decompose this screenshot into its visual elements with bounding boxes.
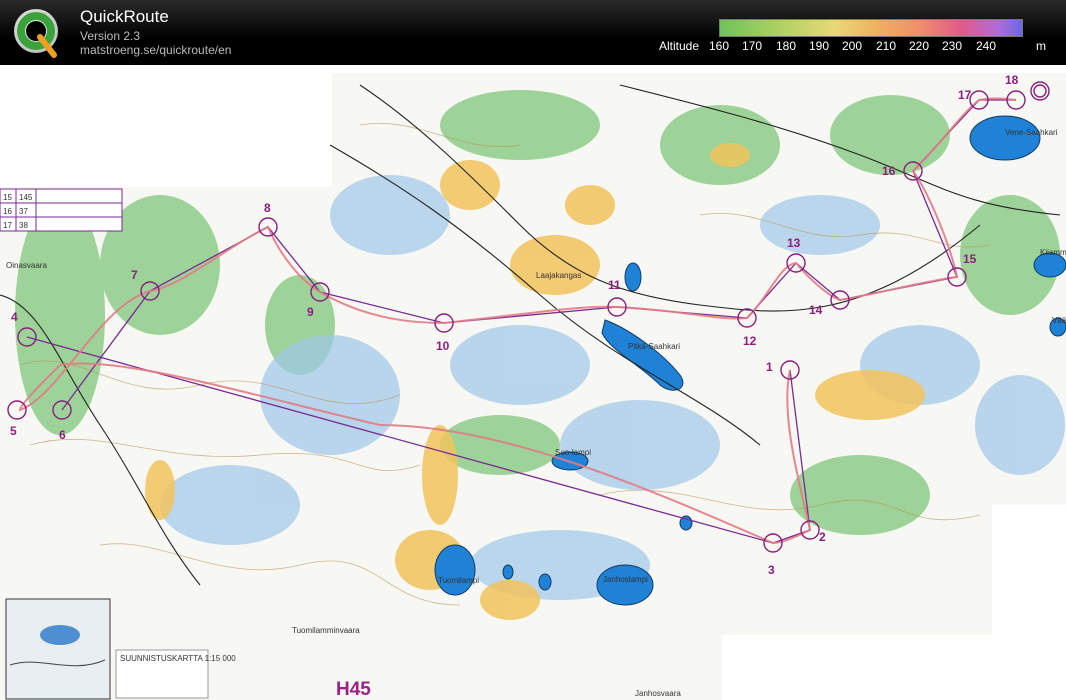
svg-text:1: 1 xyxy=(766,360,773,374)
svg-text:13: 13 xyxy=(787,236,801,250)
inset-location-map xyxy=(5,598,111,700)
quickroute-logo-icon xyxy=(14,9,58,58)
unit-label: m xyxy=(1036,39,1046,53)
table-row: 15 xyxy=(3,193,12,202)
svg-text:SUUNNISTUSKARTTA 1:15 000: SUUNNISTUSKARTTA 1:15 000 xyxy=(120,654,236,663)
svg-text:7: 7 xyxy=(131,268,138,282)
svg-text:6: 6 xyxy=(59,428,66,442)
svg-text:2: 2 xyxy=(819,530,826,544)
svg-text:4: 4 xyxy=(11,310,18,324)
course-title: H45 xyxy=(336,679,371,700)
lake-vene-saahkari xyxy=(969,115,1041,161)
svg-text:38: 38 xyxy=(19,221,28,230)
svg-text:8: 8 xyxy=(264,201,271,215)
svg-text:15: 15 xyxy=(963,252,977,266)
svg-text:17: 17 xyxy=(958,88,972,102)
tick-label: 230 xyxy=(941,39,963,53)
tick-label: 220 xyxy=(908,39,930,53)
svg-text:12: 12 xyxy=(743,334,757,348)
tick-label: 200 xyxy=(841,39,863,53)
svg-text:37: 37 xyxy=(19,207,28,216)
tick-label: 170 xyxy=(741,39,763,53)
svg-text:Janhoslampi: Janhoslampi xyxy=(603,575,648,584)
svg-text:Oinasvaara: Oinasvaara xyxy=(6,261,47,270)
control-description-table: 15 145 16 37 17 38 xyxy=(0,188,123,232)
tick-label: 210 xyxy=(875,39,897,53)
svg-text:18: 18 xyxy=(1005,73,1019,87)
svg-text:16: 16 xyxy=(882,164,896,178)
tick-label: 190 xyxy=(808,39,830,53)
app-header: QuickRoute Version 2.3 matstroeng.se/qui… xyxy=(0,0,1066,65)
svg-text:Tuomilamminvaara: Tuomilamminvaara xyxy=(292,626,360,635)
svg-text:Tuomilampi: Tuomilampi xyxy=(438,576,479,585)
svg-text:Kiiamma Saahkari: Kiiamma Saahkari xyxy=(1040,248,1066,257)
tick-label: 240 xyxy=(975,39,997,53)
svg-text:14: 14 xyxy=(809,303,823,317)
svg-text:3: 3 xyxy=(768,563,775,577)
svg-text:Pitkä-Saahkari: Pitkä-Saahkari xyxy=(628,342,680,351)
svg-text:10: 10 xyxy=(436,339,450,353)
app-url[interactable]: matstroeng.se/quickroute/en xyxy=(80,43,231,57)
lake-janhoslampi xyxy=(596,564,654,606)
svg-text:5: 5 xyxy=(10,424,17,438)
app-version: Version 2.3 xyxy=(80,29,141,43)
tick-label: 180 xyxy=(775,39,797,53)
altitude-label: Altitude xyxy=(659,39,700,53)
lake-tuomilampi xyxy=(434,544,476,596)
svg-text:11: 11 xyxy=(608,278,621,292)
tick-label: 160 xyxy=(708,39,730,53)
svg-text:9: 9 xyxy=(307,305,314,319)
table-row: 17 xyxy=(3,221,12,230)
altitude-color-scale xyxy=(719,19,1023,37)
orienteering-map[interactable]: 1 2 3 4 5 6 7 8 9 10 11 12 13 14 15 16 1… xyxy=(0,65,1066,700)
table-row: 16 xyxy=(3,207,12,216)
svg-text:Vene-Saahkari: Vene-Saahkari xyxy=(1005,128,1058,137)
svg-text:Laajakangas: Laajakangas xyxy=(536,271,581,280)
app-title: QuickRoute xyxy=(80,7,169,26)
svg-text:145: 145 xyxy=(19,193,33,202)
svg-text:Suo-lampi: Suo-lampi xyxy=(555,448,591,457)
svg-text:Väärä: Väärä xyxy=(1052,316,1066,325)
svg-text:Janhosvaara: Janhosvaara xyxy=(635,689,681,698)
